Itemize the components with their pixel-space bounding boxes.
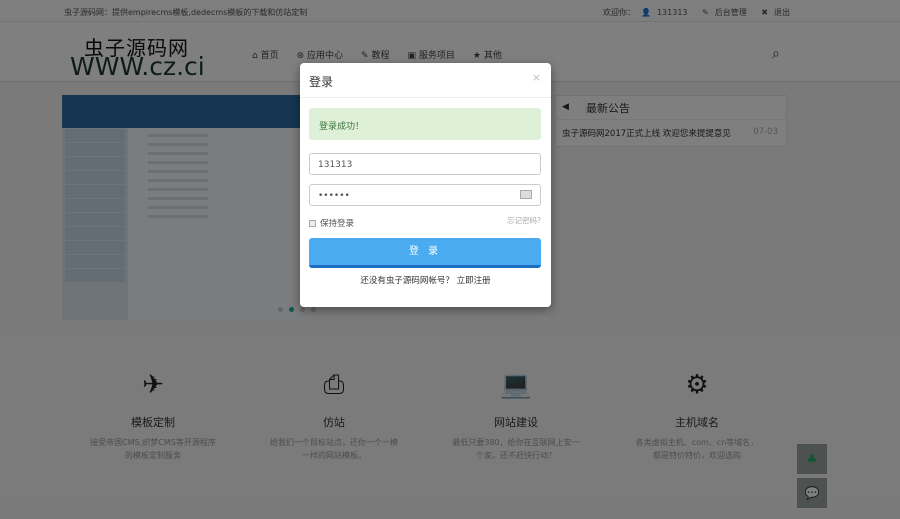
- forgot-password-link[interactable]: 忘记密码?: [507, 215, 541, 226]
- register-link[interactable]: 还没有虫子源码网帐号？ 立即注册: [300, 274, 551, 286]
- modal-title: 登录: [309, 75, 334, 89]
- username-input[interactable]: 131313: [309, 153, 541, 175]
- password-input[interactable]: ••••••: [309, 184, 541, 206]
- login-modal: 登录 × 登录成功！ 131313 •••••• 保持登录 忘记密码? 登 录 …: [300, 63, 551, 307]
- login-button[interactable]: 登 录: [309, 238, 541, 268]
- close-icon[interactable]: ×: [532, 71, 541, 84]
- success-alert: 登录成功！: [309, 108, 541, 140]
- keyboard-icon[interactable]: [520, 190, 532, 199]
- remember-checkbox[interactable]: 保持登录: [309, 217, 354, 229]
